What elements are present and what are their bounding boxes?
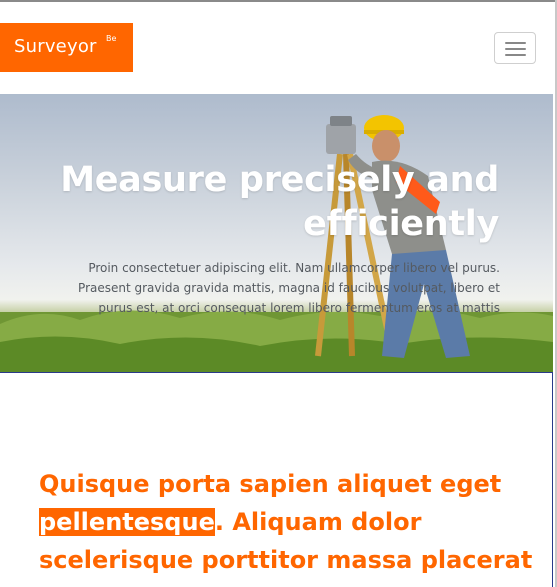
hero-title: Measure precisely and efficiently (60, 160, 499, 244)
menu-toggle-button[interactable] (494, 32, 536, 64)
grass-illustration (0, 310, 553, 372)
hero-banner: Measure precisely and efficiently Proin … (0, 94, 553, 372)
site-logo[interactable]: Surveyor Be (0, 23, 133, 72)
hamburger-menu-icon (505, 42, 526, 44)
headline-highlight: pellentesque (39, 508, 215, 536)
hamburger-menu-icon (505, 54, 526, 56)
hero-description: Proin consectetuer adipiscing elit. Nam … (78, 261, 500, 315)
hamburger-menu-icon (505, 48, 526, 50)
logo-text: Surveyor (14, 36, 97, 57)
logo-superscript: Be (106, 34, 117, 43)
headline-text-start: Quisque porta sapien aliquet eget (39, 470, 502, 498)
page: Surveyor Be Measure precisely and effici… (0, 0, 557, 587)
content-section: Quisque porta sapien aliquet eget pellen… (0, 372, 553, 587)
section-headline: Quisque porta sapien aliquet eget pellen… (39, 465, 539, 579)
site-header: Surveyor Be (0, 2, 555, 94)
